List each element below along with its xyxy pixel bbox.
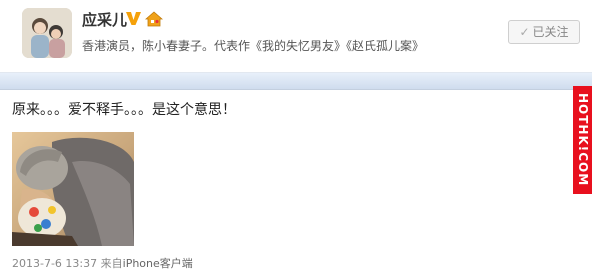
avatar-image <box>22 8 72 58</box>
weibo-post: 原来。。。爱不释手。。。是这个意思！ 2013-7-6 13:37 来自iPho… <box>0 90 592 280</box>
following-label: 已关注 <box>532 25 569 39</box>
avatar[interactable] <box>22 8 72 58</box>
watermark: HOTHK!COM <box>573 86 592 194</box>
post-meta: 2013-7-6 13:37 来自iPhone客户端 <box>12 256 193 272</box>
profile-header: 应采儿 香港演员，陈小春妻子。代表作《我的失忆男友》《赵氏孤儿案》 ✓ 已关注 <box>0 0 592 72</box>
username[interactable]: 应采儿 <box>82 10 127 30</box>
house-icon[interactable] <box>145 11 163 27</box>
profile-bio: 香港演员，陈小春妻子。代表作《我的失忆男友》《赵氏孤儿案》 <box>82 39 425 53</box>
following-button[interactable]: ✓ 已关注 <box>508 20 580 44</box>
post-source-link[interactable]: iPhone客户端 <box>123 257 193 270</box>
post-photo-image <box>12 132 134 246</box>
check-icon: ✓ <box>519 25 530 39</box>
post-text: 原来。。。爱不释手。。。是这个意思！ <box>12 102 236 118</box>
verified-v-icon <box>126 12 141 25</box>
section-divider <box>0 72 592 90</box>
post-photo[interactable] <box>12 132 134 246</box>
via-label: 来自 <box>100 257 123 270</box>
post-timestamp[interactable]: 2013-7-6 13:37 <box>12 257 97 270</box>
